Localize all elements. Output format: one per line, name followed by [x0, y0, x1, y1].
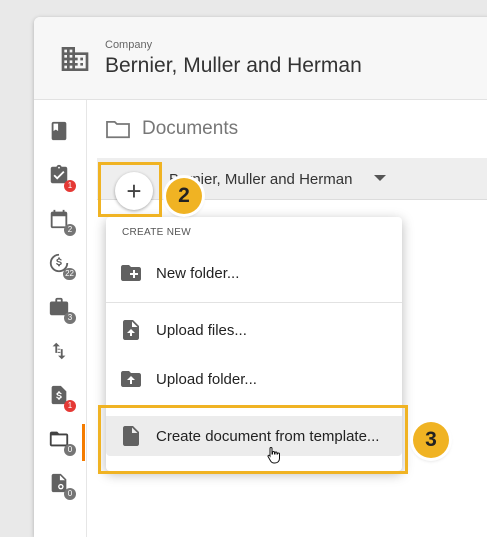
company-name: Bernier, Muller and Herman [105, 54, 362, 77]
menu-item-label: Upload files... [156, 321, 247, 339]
company-header: Company Bernier, Muller and Herman [34, 17, 487, 100]
calendar-badge: 2 [64, 224, 76, 236]
menu-divider [106, 302, 402, 303]
step-2-badge: 2 [166, 178, 202, 214]
documents-heading: Documents [104, 118, 238, 140]
menu-header: CREATE NEW [122, 227, 191, 238]
menu-item-upload-files[interactable]: Upload files... [106, 310, 402, 350]
menu-item-label: Upload folder... [156, 370, 257, 388]
folder-dropdown-caret-icon[interactable] [374, 175, 386, 181]
step3-highlight [98, 405, 408, 474]
billing-badge: 1 [64, 400, 76, 412]
matters-badge: 3 [64, 312, 76, 324]
reports-badge: 0 [64, 488, 76, 500]
book-icon [51, 121, 67, 141]
sidebar-item-documents[interactable]: 0 [48, 428, 76, 456]
transfer-icon [52, 342, 66, 360]
sidebar: 1 2 22 3 1 0 0 [34, 100, 87, 537]
sidebar-item-book[interactable] [48, 120, 74, 146]
menu-item-upload-folder[interactable]: Upload folder... [106, 359, 402, 399]
step-3-badge: 3 [413, 422, 449, 458]
menu-item-label: New folder... [156, 264, 240, 282]
menu-item-new-folder[interactable]: New folder... [106, 253, 402, 293]
sidebar-item-calendar[interactable]: 2 [48, 208, 76, 236]
active-indicator [82, 424, 85, 461]
sidebar-item-matters[interactable]: 3 [48, 296, 76, 324]
tasks-badge: 1 [64, 180, 76, 192]
step2-highlight [98, 162, 162, 217]
sidebar-item-tasks[interactable]: 1 [48, 164, 76, 192]
documents-badge: 0 [64, 444, 76, 456]
hand-pointer-icon [267, 446, 280, 464]
building-icon [61, 47, 89, 71]
time-badge: 22 [63, 268, 76, 280]
sidebar-item-transactions[interactable] [48, 340, 74, 366]
company-label: Company [105, 39, 153, 51]
sidebar-item-reports[interactable]: 0 [48, 472, 76, 500]
folder-outline-icon [106, 120, 130, 139]
upload-folder-icon [121, 371, 141, 387]
upload-file-icon [123, 320, 139, 340]
documents-title: Documents [142, 118, 239, 139]
new-folder-icon [121, 265, 141, 281]
sidebar-item-time[interactable]: 22 [48, 252, 76, 280]
sidebar-item-billing[interactable]: 1 [48, 384, 76, 412]
